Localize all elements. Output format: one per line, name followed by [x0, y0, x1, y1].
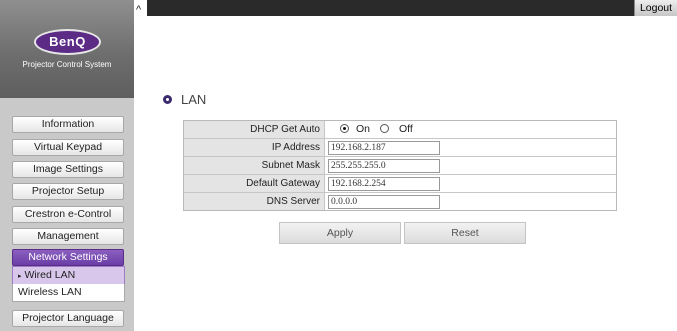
sidebar-item-image-settings[interactable]: Image Settings: [12, 161, 124, 178]
sidebar-item-information[interactable]: Information: [12, 116, 124, 133]
default-gateway-label: Default Gateway: [184, 175, 325, 192]
sidebar-item-projector-language[interactable]: Projector Language: [12, 310, 124, 327]
dhcp-label: DHCP Get Auto: [184, 121, 325, 138]
reset-button[interactable]: Reset: [404, 222, 526, 244]
ip-address-row: IP Address 192.168.2.187: [184, 139, 616, 157]
ip-address-label: IP Address: [184, 139, 325, 156]
dns-server-label: DNS Server: [184, 193, 325, 210]
submenu-item-wireless-lan[interactable]: Wireless LAN: [12, 284, 125, 302]
benq-logo: BenQ: [34, 29, 101, 55]
top-bar: Logout: [147, 0, 677, 16]
default-gateway-input[interactable]: 192.168.2.254: [328, 177, 440, 191]
dns-server-row: DNS Server 0.0.0.0: [184, 193, 616, 210]
ip-address-input[interactable]: 192.168.2.187: [328, 141, 440, 155]
lan-settings-form: DHCP Get Auto On Off IP Address 192.168.…: [183, 120, 617, 211]
dhcp-on-label: On: [356, 123, 371, 135]
sidebar: BenQ Projector Control System Informatio…: [0, 0, 134, 331]
scroll-up-icon[interactable]: ^: [136, 4, 141, 16]
default-gateway-row: Default Gateway 192.168.2.254: [184, 175, 616, 193]
dhcp-row: DHCP Get Auto On Off: [184, 121, 616, 139]
sidebar-item-management[interactable]: Management: [12, 228, 124, 245]
sidebar-item-network-settings[interactable]: Network Settings: [12, 249, 124, 266]
brand-panel: BenQ Projector Control System: [0, 0, 134, 98]
sidebar-item-projector-setup[interactable]: Projector Setup: [12, 183, 124, 200]
submenu-label-wired-lan: Wired LAN: [24, 269, 76, 281]
sidebar-item-virtual-keypad[interactable]: Virtual Keypad: [12, 139, 124, 156]
logout-button[interactable]: Logout: [634, 0, 677, 16]
dhcp-on-radio[interactable]: [340, 124, 349, 133]
dhcp-off-label: Off: [399, 123, 413, 135]
subnet-mask-input[interactable]: 255.255.255.0: [328, 159, 440, 173]
dhcp-off-radio[interactable]: [380, 124, 389, 133]
sidebar-item-crestron-e-control[interactable]: Crestron e-Control: [12, 206, 124, 223]
caret-right-icon: ▸: [18, 273, 22, 280]
dns-server-input[interactable]: 0.0.0.0: [328, 195, 440, 209]
section-bullet-icon: [163, 95, 172, 104]
section-title: LAN: [181, 92, 207, 107]
brand-subtitle: Projector Control System: [22, 60, 112, 69]
submenu-item-wired-lan[interactable]: ▸ Wired LAN: [12, 266, 125, 285]
apply-button[interactable]: Apply: [279, 222, 401, 244]
subnet-mask-label: Subnet Mask: [184, 157, 325, 174]
subnet-mask-row: Subnet Mask 255.255.255.0: [184, 157, 616, 175]
